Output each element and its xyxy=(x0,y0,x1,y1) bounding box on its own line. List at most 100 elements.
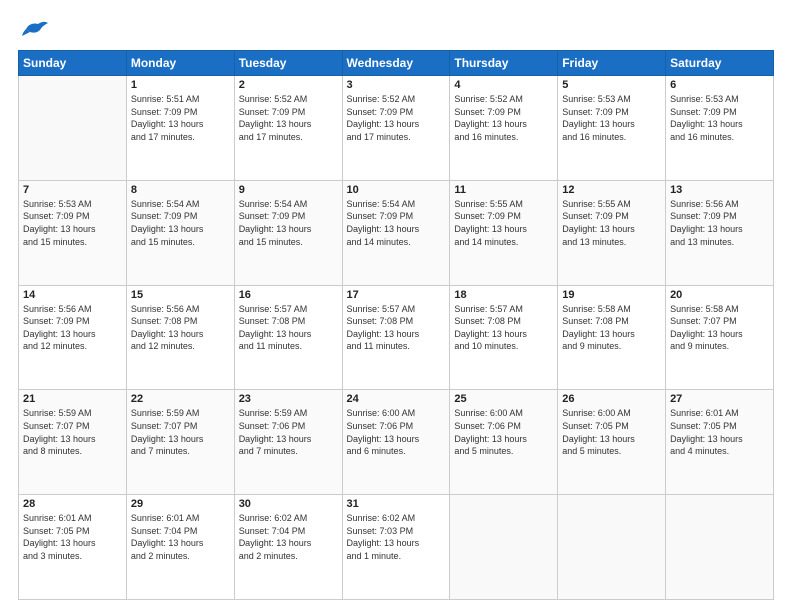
day-number: 18 xyxy=(454,289,553,301)
sunset-text: Sunset: 7:09 PM xyxy=(562,107,629,117)
day-number: 4 xyxy=(454,79,553,91)
sunset-text: Sunset: 7:03 PM xyxy=(347,526,414,536)
day-info: Sunrise: 5:52 AMSunset: 7:09 PMDaylight:… xyxy=(347,93,446,143)
daylight-minutes-text: and 11 minutes. xyxy=(239,341,302,351)
daylight-hours-text: Daylight: 13 hours xyxy=(670,434,743,444)
daylight-minutes-text: and 6 minutes. xyxy=(347,446,406,456)
sunset-text: Sunset: 7:06 PM xyxy=(239,421,306,431)
daylight-hours-text: Daylight: 13 hours xyxy=(23,434,96,444)
calendar-cell: 19Sunrise: 5:58 AMSunset: 7:08 PMDayligh… xyxy=(558,285,666,390)
daylight-minutes-text: and 4 minutes. xyxy=(670,446,729,456)
day-info: Sunrise: 6:00 AMSunset: 7:06 PMDaylight:… xyxy=(347,407,446,457)
calendar-cell: 5Sunrise: 5:53 AMSunset: 7:09 PMDaylight… xyxy=(558,76,666,181)
sunrise-text: Sunrise: 5:51 AM xyxy=(131,94,200,104)
sunset-text: Sunset: 7:07 PM xyxy=(131,421,198,431)
daylight-hours-text: Daylight: 13 hours xyxy=(131,434,204,444)
sunrise-text: Sunrise: 6:00 AM xyxy=(562,408,631,418)
daylight-minutes-text: and 15 minutes. xyxy=(23,237,87,247)
page: SundayMondayTuesdayWednesdayThursdayFrid… xyxy=(0,0,792,612)
sunrise-text: Sunrise: 5:58 AM xyxy=(562,304,631,314)
daylight-minutes-text: and 5 minutes. xyxy=(454,446,513,456)
sunset-text: Sunset: 7:06 PM xyxy=(454,421,521,431)
day-number: 15 xyxy=(131,289,230,301)
day-number: 10 xyxy=(347,184,446,196)
daylight-minutes-text: and 10 minutes. xyxy=(454,341,518,351)
day-number: 31 xyxy=(347,498,446,510)
daylight-minutes-text: and 13 minutes. xyxy=(670,237,734,247)
day-number: 12 xyxy=(562,184,661,196)
daylight-hours-text: Daylight: 13 hours xyxy=(131,538,204,548)
sunrise-text: Sunrise: 5:56 AM xyxy=(23,304,92,314)
day-info: Sunrise: 5:58 AMSunset: 7:08 PMDaylight:… xyxy=(562,303,661,353)
calendar-cell: 9Sunrise: 5:54 AMSunset: 7:09 PMDaylight… xyxy=(234,180,342,285)
sunrise-text: Sunrise: 5:55 AM xyxy=(562,199,631,209)
day-number: 2 xyxy=(239,79,338,91)
sunset-text: Sunset: 7:08 PM xyxy=(454,316,521,326)
daylight-minutes-text: and 16 minutes. xyxy=(670,132,734,142)
calendar-cell: 26Sunrise: 6:00 AMSunset: 7:05 PMDayligh… xyxy=(558,390,666,495)
daylight-hours-text: Daylight: 13 hours xyxy=(239,119,312,129)
sunset-text: Sunset: 7:09 PM xyxy=(131,107,198,117)
day-info: Sunrise: 5:56 AMSunset: 7:09 PMDaylight:… xyxy=(23,303,122,353)
calendar-header-row: SundayMondayTuesdayWednesdayThursdayFrid… xyxy=(19,51,774,76)
daylight-hours-text: Daylight: 13 hours xyxy=(562,329,635,339)
day-info: Sunrise: 5:53 AMSunset: 7:09 PMDaylight:… xyxy=(562,93,661,143)
sunrise-text: Sunrise: 5:59 AM xyxy=(239,408,308,418)
sunset-text: Sunset: 7:09 PM xyxy=(23,211,90,221)
day-info: Sunrise: 5:59 AM Sunset: 7:07 PM Daylight:… xyxy=(131,407,230,457)
daylight-minutes-text: and 15 minutes. xyxy=(131,237,195,247)
sunset-text: Sunset: 7:09 PM xyxy=(454,107,521,117)
calendar-cell: 17Sunrise: 5:57 AMSunset: 7:08 PMDayligh… xyxy=(342,285,450,390)
day-info: Sunrise: 5:54 AMSunset: 7:09 PMDaylight:… xyxy=(347,198,446,248)
daylight-minutes-text: and 2 minutes. xyxy=(239,551,298,561)
logo-icon xyxy=(18,18,50,40)
sunrise-text: Sunrise: 5:56 AM xyxy=(131,304,200,314)
daylight-hours-text: Daylight: 13 hours xyxy=(454,434,527,444)
daylight-minutes-text: and 14 minutes. xyxy=(454,237,518,247)
sunrise-text: Sunrise: 5:57 AM xyxy=(347,304,416,314)
daylight-minutes-text: and 11 minutes. xyxy=(347,341,410,351)
sunset-text: Sunset: 7:09 PM xyxy=(347,211,414,221)
day-number: 3 xyxy=(347,79,446,91)
sunrise-text: Sunrise: 5:52 AM xyxy=(347,94,416,104)
sunset-text: Sunset: 7:09 PM xyxy=(670,107,737,117)
daylight-hours-text: Daylight: 13 hours xyxy=(347,538,420,548)
sunset-text: Sunset: 7:09 PM xyxy=(23,316,90,326)
day-info: Sunrise: 5:54 AMSunset: 7:09 PMDaylight:… xyxy=(131,198,230,248)
calendar-cell: 3 Sunrise: 5:52 AMSunset: 7:09 PMDaylight… xyxy=(342,76,450,181)
daylight-minutes-text: and 9 minutes. xyxy=(670,341,729,351)
day-number: 27 xyxy=(670,393,769,405)
col-header-friday: Friday xyxy=(558,51,666,76)
daylight-hours-text: Daylight: 13 hours xyxy=(239,329,312,339)
sunset-text: Sunset: 7:08 PM xyxy=(347,316,414,326)
calendar-cell: 24Sunrise: 6:00 AMSunset: 7:06 PMDayligh… xyxy=(342,390,450,495)
sunrise-text: Sunrise: 5:59 AM xyxy=(131,408,200,418)
calendar-table: SundayMondayTuesdayWednesdayThursdayFrid… xyxy=(18,50,774,600)
day-info: Sunrise: 6:00 AMSunset: 7:06 PMDaylight:… xyxy=(454,407,553,457)
daylight-minutes-text: and 1 minute. xyxy=(347,551,402,561)
calendar-cell: 31Sunrise: 6:02 AMSunset: 7:03 PMDayligh… xyxy=(342,495,450,600)
calendar-cell: 2Sunrise: 5:52 AMSunset: 7:09 PMDaylight… xyxy=(234,76,342,181)
daylight-hours-text: Daylight: 13 hours xyxy=(347,119,420,129)
sunrise-text: Sunrise: 5:54 AM xyxy=(131,199,200,209)
daylight-minutes-text: and 3 minutes. xyxy=(23,551,82,561)
day-number: 13 xyxy=(670,184,769,196)
day-number: 22 xyxy=(131,393,230,405)
sunrise-text: Sunrise: 5:59 AM xyxy=(23,408,92,418)
calendar-cell: 14Sunrise: 5:56 AMSunset: 7:09 PMDayligh… xyxy=(19,285,127,390)
sunset-text: Sunset: 7:08 PM xyxy=(239,316,306,326)
sunset-text: Sunset: 7:09 PM xyxy=(239,107,306,117)
day-number: 9 xyxy=(239,184,338,196)
daylight-hours-text: Daylight: 13 hours xyxy=(131,329,204,339)
day-info: Sunrise: 5:59 AMSunset: 7:07 PMDaylight:… xyxy=(23,407,122,457)
calendar-cell: 10 Sunrise: 5:54 AMSunset: 7:09 PMDayligh… xyxy=(342,180,450,285)
sunrise-text: Sunrise: 5:57 AM xyxy=(454,304,523,314)
day-number: 30 xyxy=(239,498,338,510)
calendar-cell: 25Sunrise: 6:00 AMSunset: 7:06 PMDayligh… xyxy=(450,390,558,495)
sunrise-text: Sunrise: 6:01 AM xyxy=(131,513,200,523)
calendar-cell: 15Sunrise: 5:56 AMSunset: 7:08 PMDayligh… xyxy=(126,285,234,390)
calendar-cell: 7Sunrise: 5:53 AMSunset: 7:09 PMDaylight… xyxy=(19,180,127,285)
sunset-text: Sunset: 7:09 PM xyxy=(562,211,629,221)
daylight-hours-text: Daylight: 13 hours xyxy=(23,538,96,548)
sunrise-text: Sunrise: 6:00 AM xyxy=(347,408,416,418)
